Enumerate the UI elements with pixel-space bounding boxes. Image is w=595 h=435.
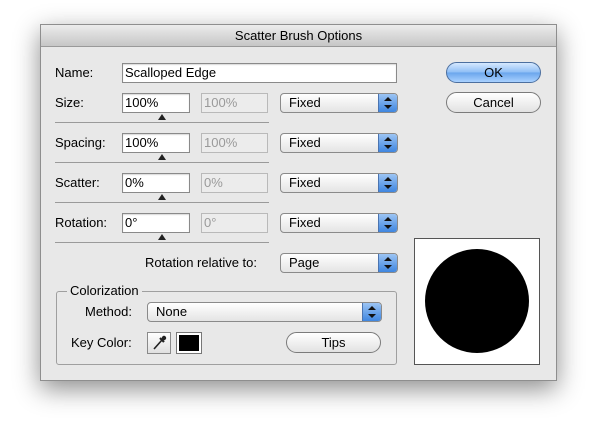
spacing-slider[interactable] bbox=[55, 154, 269, 170]
slider-track bbox=[55, 242, 269, 243]
scatter-mode-select[interactable]: Fixed bbox=[280, 173, 398, 193]
select-arrows-icon bbox=[378, 254, 397, 272]
scatter-brush-options-dialog: Scatter Brush Options Name: Scalloped Ed… bbox=[40, 24, 557, 381]
scatter-field[interactable]: 0% bbox=[122, 173, 190, 193]
eyedropper-icon bbox=[153, 335, 167, 350]
select-arrows-icon bbox=[378, 94, 397, 112]
name-field[interactable]: Scalloped Edge bbox=[122, 63, 397, 83]
rotation-relative-select[interactable]: Page bbox=[280, 253, 398, 273]
rotation-mode-value: Fixed bbox=[289, 215, 321, 230]
slider-thumb-icon[interactable] bbox=[158, 234, 166, 240]
select-arrows-icon bbox=[378, 134, 397, 152]
size-label: Size: bbox=[55, 95, 84, 110]
select-arrows-icon bbox=[378, 214, 397, 232]
rotation-mode-select[interactable]: Fixed bbox=[280, 213, 398, 233]
spacing-field[interactable]: 100% bbox=[122, 133, 190, 153]
cancel-button[interactable]: Cancel bbox=[446, 92, 541, 113]
spacing-label: Spacing: bbox=[55, 135, 106, 150]
select-arrows-icon bbox=[362, 303, 381, 321]
method-value: None bbox=[156, 304, 188, 319]
rotation-relative-label: Rotation relative to: bbox=[145, 255, 258, 270]
preview-canvas bbox=[425, 249, 529, 353]
size-slider[interactable] bbox=[55, 114, 269, 130]
tips-button[interactable]: Tips bbox=[286, 332, 381, 353]
size-mode-select[interactable]: Fixed bbox=[280, 93, 398, 113]
slider-thumb-icon[interactable] bbox=[158, 194, 166, 200]
slider-thumb-icon[interactable] bbox=[158, 114, 166, 120]
circle-brush-shape bbox=[425, 249, 529, 353]
scatter-slider[interactable] bbox=[55, 194, 269, 210]
scatter-label: Scatter: bbox=[55, 175, 100, 190]
slider-track bbox=[55, 122, 269, 123]
rotation-relative-value: Page bbox=[289, 255, 320, 270]
brush-preview bbox=[414, 238, 540, 365]
colorization-title: Colorization bbox=[67, 283, 142, 298]
window-title: Scatter Brush Options bbox=[41, 25, 556, 47]
slider-track bbox=[55, 202, 269, 203]
key-color-swatch[interactable] bbox=[176, 332, 202, 354]
select-arrows-icon bbox=[378, 174, 397, 192]
key-color-label: Key Color: bbox=[71, 335, 132, 350]
rotation-slider[interactable] bbox=[55, 234, 269, 250]
method-label: Method: bbox=[85, 304, 132, 319]
scatter-mode-value: Fixed bbox=[289, 175, 321, 190]
scatter-variation-field: 0% bbox=[201, 173, 268, 193]
slider-track bbox=[55, 162, 269, 163]
method-select[interactable]: None bbox=[147, 302, 382, 322]
size-field[interactable]: 100% bbox=[122, 93, 190, 113]
rotation-variation-field: 0° bbox=[201, 213, 268, 233]
spacing-mode-value: Fixed bbox=[289, 135, 321, 150]
eyedropper-button[interactable] bbox=[147, 332, 171, 354]
size-mode-value: Fixed bbox=[289, 95, 321, 110]
slider-thumb-icon[interactable] bbox=[158, 154, 166, 160]
spacing-mode-select[interactable]: Fixed bbox=[280, 133, 398, 153]
ok-button[interactable]: OK bbox=[446, 62, 541, 83]
rotation-field[interactable]: 0° bbox=[122, 213, 190, 233]
size-variation-field: 100% bbox=[201, 93, 268, 113]
key-color-fill bbox=[179, 335, 199, 351]
spacing-variation-field: 100% bbox=[201, 133, 268, 153]
name-label: Name: bbox=[55, 65, 94, 80]
rotation-label: Rotation: bbox=[55, 215, 108, 230]
